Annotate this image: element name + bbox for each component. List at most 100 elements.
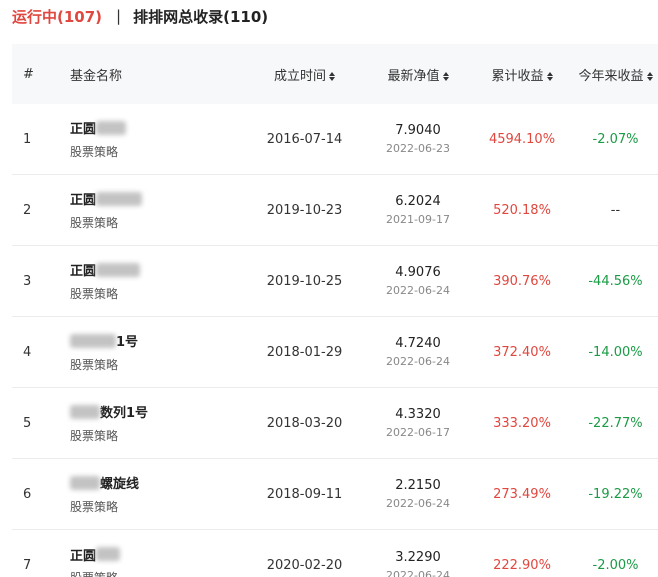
fund-name-link[interactable]: 螺旋线	[70, 474, 244, 492]
inception-date: 2019-10-23	[266, 202, 343, 218]
header-latest-nav-label: 最新净值	[387, 68, 440, 84]
inception-date: 2018-09-11	[266, 486, 343, 502]
redaction-mask	[96, 547, 121, 561]
fund-cell[interactable]: 正圆 股票策略	[70, 190, 244, 231]
table-row[interactable]: 4 1号 股票策略 2018-01-29 4.7240 2022-06-24 3…	[12, 317, 658, 388]
fund-name: 正圆	[70, 264, 97, 279]
row-index: 3	[23, 273, 32, 289]
header-index: #	[23, 66, 34, 82]
nav-date: 2022-06-17	[386, 426, 450, 439]
fund-strategy: 股票策略	[70, 428, 119, 443]
inception-date: 2018-01-29	[266, 344, 343, 360]
cumulative-return: 333.20%	[493, 415, 551, 431]
ytd-return: -44.56%	[588, 273, 643, 289]
fund-cell[interactable]: 正圆 股票策略	[70, 119, 244, 160]
sort-icon[interactable]	[329, 71, 335, 81]
ytd-return: -14.00%	[588, 344, 643, 360]
nav-cell: 7.9040 2022-06-23	[365, 123, 471, 155]
header-cumulative-return-label: 累计收益	[491, 68, 544, 84]
nav-value: 7.9040	[395, 123, 441, 138]
nav-cell: 4.7240 2022-06-24	[365, 336, 471, 368]
cumulative-return: 390.76%	[493, 273, 551, 289]
row-index: 2	[23, 202, 32, 218]
inception-date: 2020-02-20	[266, 558, 343, 573]
cumulative-return: 4594.10%	[488, 131, 556, 147]
nav-value: 4.3320	[395, 407, 441, 422]
row-index: 5	[23, 415, 32, 431]
fund-cell[interactable]: 螺旋线 股票策略	[70, 474, 244, 515]
header-ytd-return-label: 今年来收益	[578, 68, 644, 84]
nav-value: 2.2150	[395, 478, 441, 493]
header-fund-name: 基金名称	[70, 68, 123, 84]
tab-all-collected[interactable]: 排排网总收录(110)	[133, 6, 268, 27]
fund-cell[interactable]: 数列1号 股票策略	[70, 403, 244, 444]
redaction-mask	[96, 262, 141, 277]
fund-name-link[interactable]: 正圆	[70, 190, 244, 208]
row-index: 6	[23, 486, 32, 502]
header-ytd-return[interactable]: 今年来收益	[573, 65, 658, 84]
nav-value: 4.7240	[395, 336, 441, 351]
inception-date: 2016-07-14	[266, 131, 343, 147]
nav-date: 2022-06-24	[386, 568, 450, 577]
header-inception-date[interactable]: 成立时间	[244, 65, 365, 84]
fund-name: 1号	[116, 335, 139, 350]
sort-icon[interactable]	[546, 71, 553, 81]
ytd-return: -2.00%	[592, 558, 639, 573]
redaction-mask	[70, 333, 116, 348]
header-cumulative-return[interactable]: 累计收益	[471, 65, 573, 84]
row-index: 4	[23, 344, 32, 360]
nav-value: 6.2024	[395, 194, 441, 209]
sort-icon[interactable]	[442, 71, 449, 81]
fund-cell[interactable]: 正圆 股票策略	[70, 261, 244, 302]
nav-date: 2022-06-23	[386, 142, 450, 155]
ytd-return: -22.77%	[588, 415, 643, 431]
nav-cell: 6.2024 2021-09-17	[365, 194, 471, 226]
row-index: 7	[23, 558, 32, 573]
ytd-return: -2.07%	[592, 131, 639, 147]
table-row[interactable]: 7 正圆 股票策略 2020-02-20 3.2290 2022-06-24 2…	[12, 530, 658, 577]
nav-date: 2021-09-17	[386, 213, 450, 226]
sort-icon[interactable]	[646, 71, 653, 81]
redaction-mask	[96, 191, 143, 206]
nav-value: 3.2290	[395, 549, 441, 565]
cumulative-return: 520.18%	[493, 202, 551, 218]
header-latest-nav[interactable]: 最新净值	[365, 65, 471, 84]
fund-cell[interactable]: 1号 股票策略	[70, 332, 244, 373]
redaction-mask	[96, 120, 127, 135]
nav-date: 2022-06-24	[386, 355, 450, 368]
fund-strategy: 股票策略	[70, 569, 244, 577]
redaction-mask	[70, 404, 100, 419]
fund-cell[interactable]: 正圆 股票策略	[70, 545, 244, 577]
inception-date: 2018-03-20	[266, 415, 343, 431]
table-row[interactable]: 5 数列1号 股票策略 2018-03-20 4.3320 2022-06-17…	[12, 388, 658, 459]
nav-cell: 3.2290 2022-06-24	[365, 550, 471, 577]
table-header: # 基金名称 成立时间 最新净值 累计收益 今年来收益	[12, 44, 658, 104]
cumulative-return: 372.40%	[493, 344, 551, 360]
fund-strategy: 股票策略	[70, 286, 119, 301]
tab-separator: |	[116, 7, 122, 25]
nav-cell: 4.3320 2022-06-17	[365, 407, 471, 439]
fund-name-link[interactable]: 正圆	[70, 545, 244, 564]
fund-name-link[interactable]: 正圆	[70, 261, 244, 279]
fund-name: 正圆	[70, 548, 97, 564]
cumulative-return: 222.90%	[493, 558, 551, 573]
cumulative-return: 273.49%	[493, 486, 551, 502]
header-inception-date-label: 成立时间	[273, 68, 326, 84]
tab-running[interactable]: 运行中(107)	[12, 6, 102, 27]
nav-cell: 2.2150 2022-06-24	[365, 478, 471, 510]
ytd-return: -19.22%	[588, 486, 643, 502]
table-row[interactable]: 1 正圆 股票策略 2016-07-14 7.9040 2022-06-23 4…	[12, 104, 658, 175]
table-row[interactable]: 6 螺旋线 股票策略 2018-09-11 2.2150 2022-06-24 …	[12, 459, 658, 530]
fund-name-link[interactable]: 数列1号	[70, 403, 244, 421]
table-row[interactable]: 2 正圆 股票策略 2019-10-23 6.2024 2021-09-17 5…	[12, 175, 658, 246]
fund-name-link[interactable]: 1号	[70, 332, 244, 350]
nav-date: 2022-06-24	[386, 497, 450, 510]
redaction-mask	[70, 475, 100, 490]
fund-strategy: 股票策略	[70, 144, 119, 159]
fund-name: 正圆	[70, 122, 97, 137]
fund-name-link[interactable]: 正圆	[70, 119, 244, 137]
tab-bar: 运行中(107) | 排排网总收录(110)	[12, 4, 268, 28]
fund-strategy: 股票策略	[70, 499, 119, 514]
table-row[interactable]: 3 正圆 股票策略 2019-10-25 4.9076 2022-06-24 3…	[12, 246, 658, 317]
inception-date: 2019-10-25	[266, 273, 343, 289]
